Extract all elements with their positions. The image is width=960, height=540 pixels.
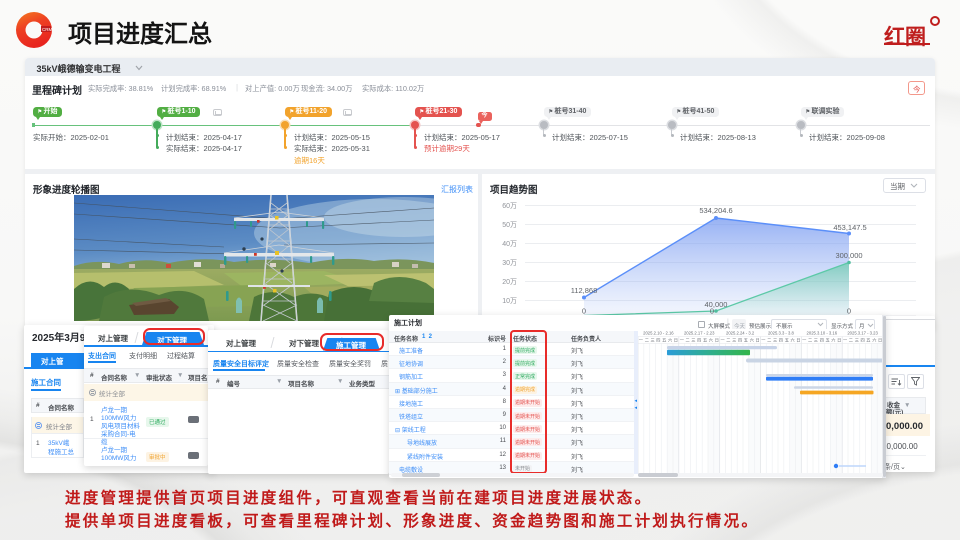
svg-text:三: 三: [732, 338, 736, 343]
svg-text:453,147.5: 453,147.5: [833, 223, 866, 232]
svg-text:日: 日: [755, 338, 759, 344]
svg-text:2025.3.10 - 3.16: 2025.3.10 - 3.16: [807, 331, 838, 336]
svg-text:五: 五: [825, 338, 829, 343]
svg-text:四: 四: [820, 338, 824, 343]
svg-text:五: 五: [866, 338, 870, 343]
svg-text:三: 三: [691, 338, 695, 343]
svg-text:60万: 60万: [502, 202, 517, 210]
svg-text:二: 二: [808, 338, 812, 343]
svg-text:一: 一: [761, 338, 765, 343]
svg-text:日: 日: [674, 338, 678, 344]
svg-text:一: 一: [680, 338, 684, 343]
svg-text:30万: 30万: [502, 259, 517, 267]
svg-text:六: 六: [668, 337, 672, 344]
svg-text:一: 一: [720, 338, 724, 343]
svg-text:六: 六: [750, 337, 754, 344]
svg-text:日: 日: [715, 338, 719, 344]
svg-text:五: 五: [703, 338, 707, 343]
svg-text:日: 日: [796, 338, 800, 344]
svg-text:四: 四: [697, 338, 701, 343]
svg-text:一: 一: [802, 338, 806, 343]
svg-text:六: 六: [872, 337, 876, 344]
svg-text:四: 四: [656, 338, 660, 343]
svg-text:日: 日: [837, 338, 841, 344]
svg-text:三: 三: [650, 338, 654, 343]
svg-text:六: 六: [709, 337, 713, 344]
svg-text:40,000: 40,000: [705, 300, 728, 309]
svg-text:六: 六: [790, 337, 794, 344]
svg-text:三: 三: [773, 338, 777, 343]
svg-text:CRM: CRM: [42, 27, 52, 32]
svg-text:二: 二: [849, 338, 853, 343]
svg-text:2025.2.17 - 2.23: 2025.2.17 - 2.23: [684, 331, 715, 336]
svg-text:二: 二: [645, 338, 649, 343]
svg-text:四: 四: [860, 338, 864, 343]
svg-text:300,000: 300,000: [835, 251, 862, 260]
svg-text:534,204.6: 534,204.6: [699, 206, 732, 215]
svg-text:2025.2.10 - 2.16: 2025.2.10 - 2.16: [643, 331, 674, 336]
svg-text:2025.2.24 - 3.2: 2025.2.24 - 3.2: [726, 331, 755, 336]
svg-text:20万: 20万: [502, 278, 517, 286]
svg-text:2025.3.17 - 3.23: 2025.3.17 - 3.23: [847, 331, 878, 336]
svg-text:112,868: 112,868: [571, 286, 598, 295]
svg-text:40万: 40万: [502, 240, 517, 248]
svg-text:五: 五: [785, 338, 789, 343]
svg-text:三: 三: [855, 338, 859, 343]
svg-text:五: 五: [662, 338, 666, 343]
svg-text:四: 四: [738, 338, 742, 343]
svg-text:五: 五: [744, 338, 748, 343]
svg-text:三: 三: [814, 338, 818, 343]
svg-text:一: 一: [639, 338, 643, 343]
svg-text:一: 一: [843, 338, 847, 343]
svg-text:50万: 50万: [502, 221, 517, 229]
svg-text:六: 六: [831, 337, 835, 344]
svg-text:四: 四: [779, 338, 783, 343]
svg-text:二: 二: [726, 338, 730, 343]
svg-text:2025.3.3 - 3.8: 2025.3.3 - 3.8: [768, 331, 795, 336]
svg-text:二: 二: [767, 338, 771, 343]
svg-text:10万: 10万: [502, 297, 517, 305]
svg-text:二: 二: [685, 338, 689, 343]
